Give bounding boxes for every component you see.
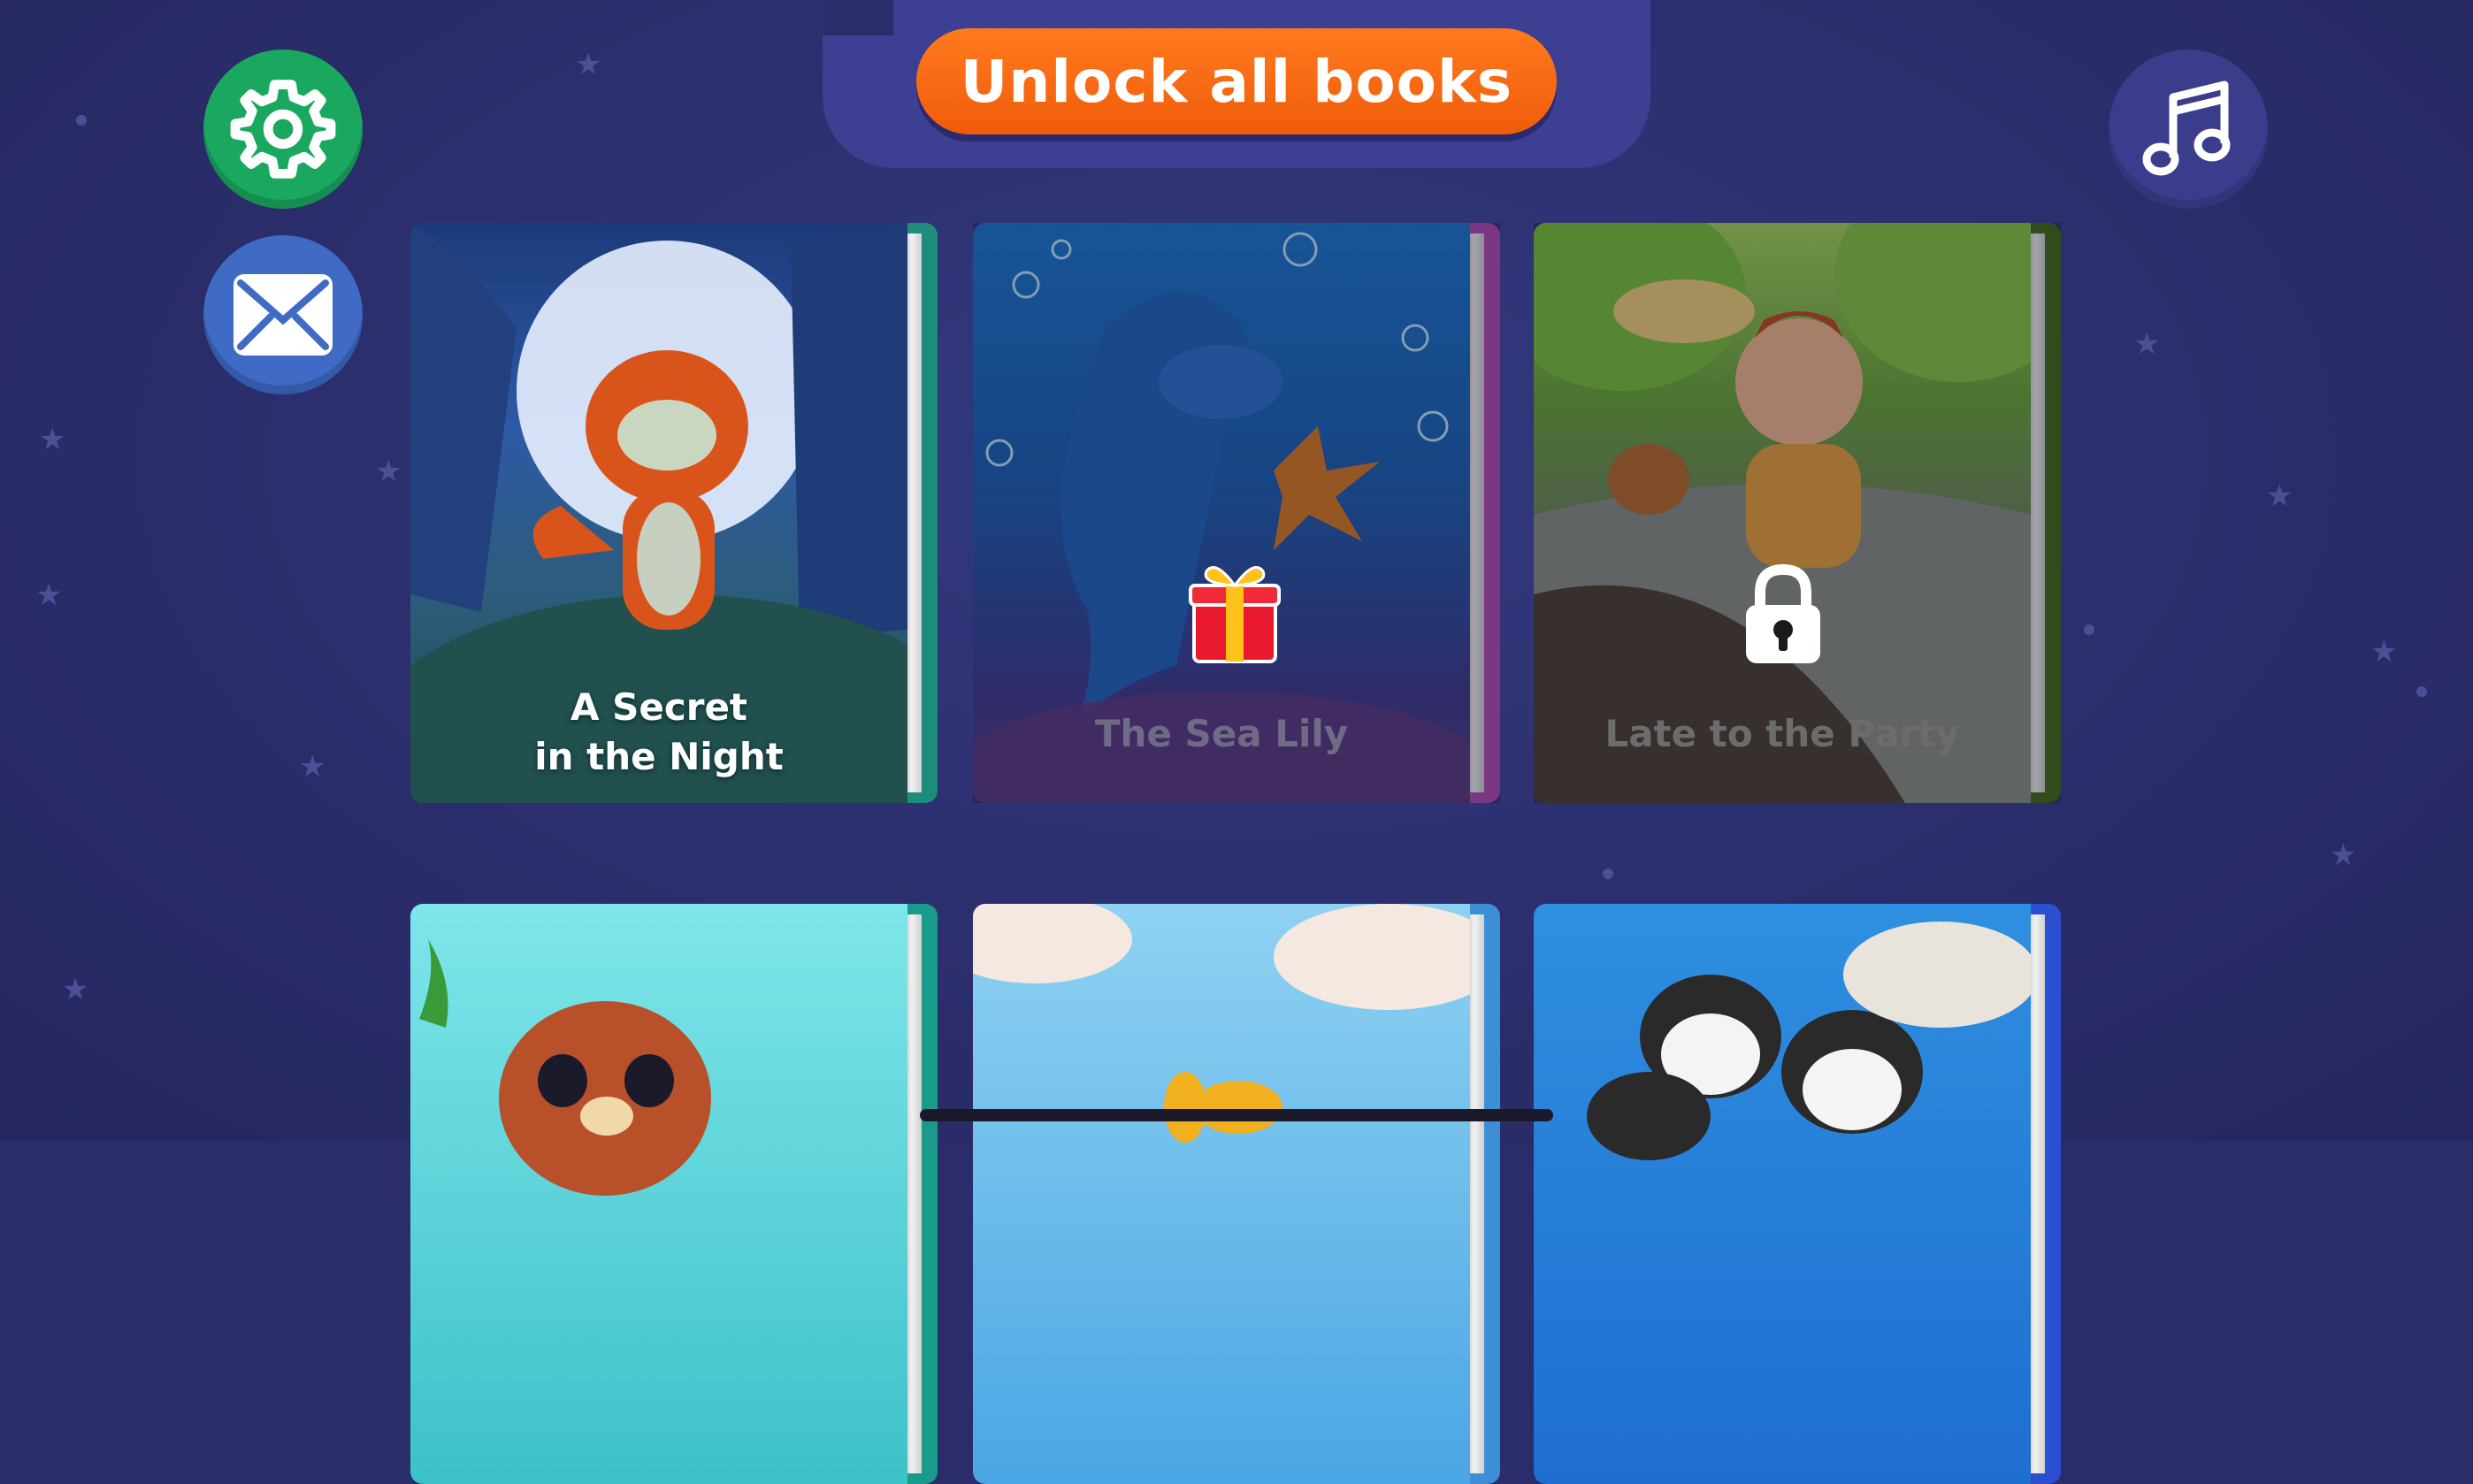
envelope-icon [234,274,333,356]
star-decoration: ★ [299,749,326,784]
book-title-line2: in the Night [534,735,784,778]
home-indicator [920,1109,1553,1121]
star-decoration: ★ [2133,326,2161,362]
book-card-sky[interactable] [973,904,1500,1484]
book-cover [1534,904,2031,1484]
unlock-all-books-button[interactable]: Unlock all books [916,28,1557,134]
book-cover [973,904,1470,1484]
book-card-late-to-the-party[interactable]: Late to the Party [1534,223,2061,803]
lock-icon [1746,563,1820,663]
star-decoration: ★ [575,47,602,82]
dot-decoration [2084,624,2094,635]
star-decoration: ★ [375,454,402,489]
cover-illustration [1587,922,2031,1160]
gift-icon [1189,566,1281,663]
star-decoration: ★ [2370,634,2398,669]
book-card-penguins[interactable] [1534,904,2061,1484]
book-cover [410,904,907,1484]
dot-decoration [76,115,87,126]
dot-decoration [1603,868,1613,879]
gear-icon [230,80,336,179]
music-note-icon [2142,80,2231,176]
star-decoration: ★ [35,578,63,613]
unlock-all-books-label: Unlock all books [960,47,1513,116]
book-title: A Secret in the Night [410,683,907,782]
star-decoration: ★ [2266,478,2293,514]
star-decoration: ★ [39,422,66,457]
book-card-seal[interactable] [410,904,938,1484]
star-decoration: ★ [2330,838,2357,873]
book-card-sea-lily[interactable]: The Sea Lily [973,223,1500,803]
mail-button[interactable] [203,235,363,394]
dot-decoration [2416,686,2427,697]
book-title-line1: A Secret [570,685,748,729]
star-decoration: ★ [62,972,89,1007]
cover-illustration [419,939,711,1196]
music-button[interactable] [2109,50,2268,209]
book-card-secret-in-the-night[interactable]: A Secret in the Night [410,223,938,803]
book-title: Late to the Party [1604,712,1960,755]
cover-illustration [973,904,1470,1143]
settings-button[interactable] [203,50,363,209]
book-title: The Sea Lily [1094,712,1349,755]
